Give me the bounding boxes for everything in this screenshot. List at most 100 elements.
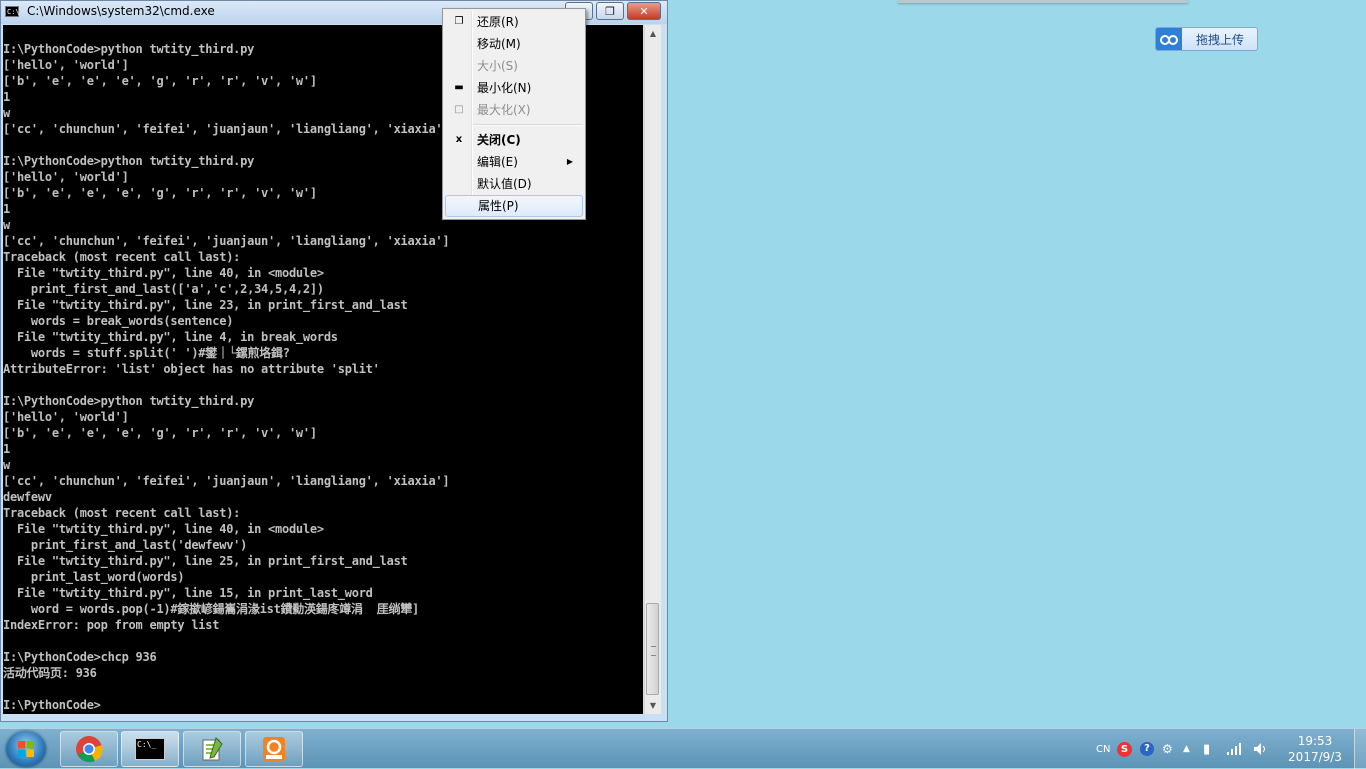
console-line: ['cc', 'chunchun', 'feifei', 'juanjaun',…: [3, 234, 450, 248]
menu-item-label: 属性(P): [478, 199, 519, 213]
scroll-up-arrow[interactable]: ▲: [645, 25, 661, 42]
menu-item-close[interactable]: x 关闭(C): [445, 129, 583, 151]
settings-icon: ⚙: [1162, 742, 1173, 756]
language-indicator: CN: [1096, 743, 1111, 755]
console-line: File "twtity_third.py", line 15, in prin…: [3, 586, 373, 600]
close-button[interactable]: ✕: [627, 2, 661, 20]
menu-item-move[interactable]: 移动(M): [445, 33, 583, 55]
menu-item-restore[interactable]: ❐ 还原(R): [445, 11, 583, 33]
menu-item-maximize: □ 最大化(X): [445, 99, 583, 121]
submenu-arrow-icon: ▶: [566, 157, 573, 166]
window-title: C:\Windows\system32\cmd.exe: [27, 4, 215, 18]
volume-icon: [1254, 743, 1265, 755]
taskbar-cmd[interactable]: C:\_: [121, 731, 179, 767]
clock-time: 19:53: [1297, 734, 1333, 748]
show-desktop-button[interactable]: [1354, 729, 1366, 769]
menu-item-label: 最小化(N): [477, 81, 532, 95]
tray-volume[interactable]: [1253, 729, 1269, 769]
console-line: I:\PythonCode>: [3, 698, 101, 712]
menu-item-label: 编辑(E): [477, 155, 518, 169]
console-line: File "twtity_third.py", line 23, in prin…: [3, 298, 408, 312]
console-line: print_first_and_last(['a','c',2,34,5,4,2…: [3, 282, 324, 296]
help-icon: ?: [1140, 742, 1154, 756]
console-line: I:\PythonCode>python twtity_third.py: [3, 394, 255, 408]
tray-help[interactable]: ?: [1140, 729, 1154, 769]
tray-signal[interactable]: [1226, 729, 1242, 769]
console-line: AttributeError: 'list' object has no att…: [3, 362, 380, 376]
tray-sogou[interactable]: S: [1117, 729, 1132, 769]
clock-date: 2017/9/3: [1288, 750, 1342, 764]
menu-separator: [473, 124, 583, 126]
console-line: print_last_word(words): [3, 570, 185, 584]
restore-icon: ❐: [454, 16, 464, 27]
menu-item-size: 大小(S): [445, 55, 583, 77]
cmd-icon: C:\_: [135, 738, 165, 760]
menu-item-label: 还原(R): [477, 15, 519, 29]
console-line: 活动代码页: 936: [3, 666, 97, 680]
show-hidden-icons-icon: ▲: [1183, 744, 1190, 754]
console-line: ['b', 'e', 'e', 'e', 'g', 'r', 'r', 'v',…: [3, 426, 317, 440]
close-icon: ✕: [639, 4, 649, 18]
menu-item-minimize[interactable]: ▬ 最小化(N): [445, 77, 583, 99]
clock[interactable]: 19:53 2017/9/3: [1284, 733, 1346, 765]
taskbar-pdf-reader[interactable]: [245, 731, 303, 767]
tray-network-settings[interactable]: ⚙: [1162, 729, 1173, 769]
start-button[interactable]: [6, 731, 46, 767]
taskbar-notepadpp[interactable]: [183, 731, 241, 767]
menu-item-label: 最大化(X): [477, 103, 531, 117]
console-line: Traceback (most recent call last):: [3, 250, 241, 264]
restore-icon: ❐: [605, 4, 615, 18]
console-line: words = stuff.split(' ')#鐢｜└鏍煎垎鍓?: [3, 346, 290, 360]
device-icon: ▮: [1203, 741, 1211, 757]
taskbar-chrome[interactable]: [60, 731, 118, 767]
minimize-icon: ▬: [454, 82, 464, 93]
console-line: File "twtity_third.py", line 25, in prin…: [3, 554, 408, 568]
console-line: words = break_words(sentence): [3, 314, 234, 328]
tray-device[interactable]: ▮: [1203, 729, 1210, 769]
desktop-window-edge: [898, 0, 1188, 3]
maximize-icon: □: [454, 104, 464, 115]
menu-item-label: 默认值(D): [477, 177, 532, 191]
drag-upload-label: 拖拽上传: [1196, 32, 1245, 47]
drag-upload-button[interactable]: 拖拽上传: [1155, 27, 1258, 51]
chrome-icon: [76, 736, 103, 763]
menu-item-label: 移动(M): [477, 37, 521, 51]
maximize-button[interactable]: ❐: [596, 2, 624, 20]
sogou-input-icon: S: [1117, 741, 1132, 757]
vertical-scrollbar[interactable]: ▲ ▼: [644, 25, 661, 714]
menu-item-defaults[interactable]: 默认值(D): [445, 173, 583, 195]
pdf-reader-icon: [263, 737, 285, 761]
menu-item-edit[interactable]: 编辑(E) ▶: [445, 151, 583, 173]
system-menu: ❐ 还原(R) 移动(M) 大小(S) ▬ 最小化(N) □ 最大化(X) x …: [442, 8, 586, 220]
console-line: File "twtity_third.py", line 40, in <mod…: [3, 522, 324, 536]
console-line: ['cc', 'chunchun', 'feifei', 'juanjaun',…: [3, 474, 450, 488]
console-line: ['hello', 'world']: [3, 410, 129, 424]
console-line: I:\PythonCode>chcp 936: [3, 650, 157, 664]
notepad-plus-plus-icon: [202, 737, 223, 761]
console-line: IndexError: pop from empty list: [3, 618, 220, 632]
menu-item-label: 大小(S): [477, 59, 518, 73]
cloud-icon: [1156, 28, 1182, 50]
console-line: dewfewv: [3, 490, 52, 504]
grip-icon: [651, 646, 656, 656]
menu-item-properties[interactable]: 属性(P): [445, 195, 583, 217]
menu-item-label: 关闭(C): [477, 133, 521, 147]
console-line: Traceback (most recent call last):: [3, 506, 241, 520]
taskbar: C:\_ CN S ? ⚙ ▲ ▮ 19:53 2017/9/3: [0, 728, 1366, 769]
close-icon: x: [455, 134, 463, 145]
tray-language[interactable]: CN: [1096, 729, 1110, 769]
console-line: print_first_and_last('dewfewv'): [3, 538, 248, 552]
tray-expand[interactable]: ▲: [1183, 729, 1190, 769]
console-line: File "twtity_third.py", line 40, in <mod…: [3, 266, 324, 280]
console-line: File "twtity_third.py", line 4, in break…: [3, 330, 338, 344]
signal-strength-icon: [1227, 743, 1241, 755]
console-line: 1: [3, 442, 10, 456]
scroll-thumb[interactable]: [646, 603, 659, 695]
cmd-app-icon[interactable]: C:\: [5, 6, 20, 17]
console-line: w: [3, 458, 10, 472]
windows-logo-icon: [18, 741, 34, 757]
scroll-down-arrow[interactable]: ▼: [645, 697, 661, 714]
